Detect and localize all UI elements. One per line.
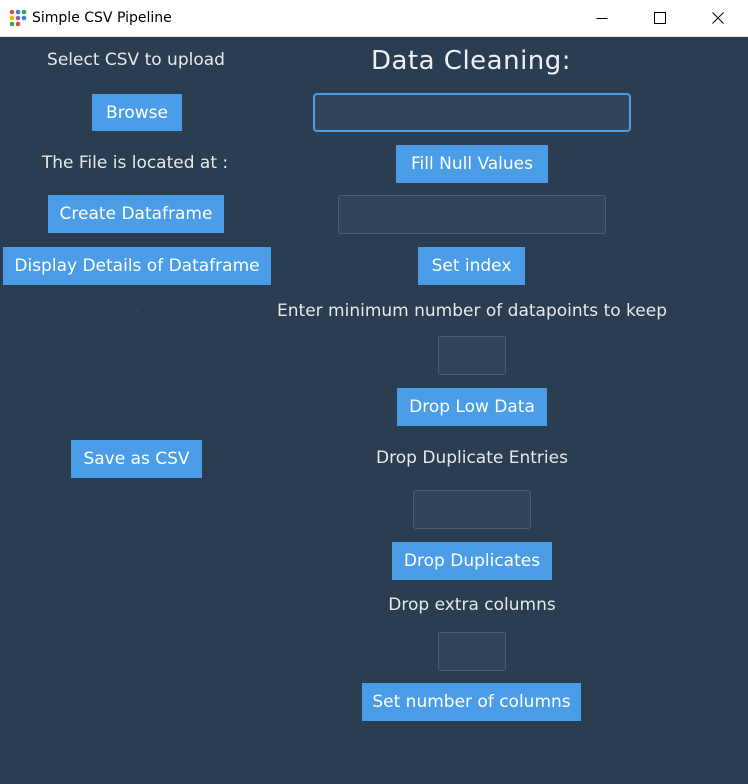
window-title: Simple CSV Pipeline — [32, 10, 172, 26]
minimize-button[interactable] — [572, 0, 631, 36]
data-cleaning-heading: Data Cleaning: — [370, 46, 572, 76]
save-csv-button[interactable]: Save as CSV — [71, 440, 202, 478]
drop-duplicates-button[interactable]: Drop Duplicates — [392, 542, 552, 580]
extra-columns-input[interactable] — [438, 632, 506, 671]
min-datapoints-input[interactable] — [438, 336, 506, 375]
empty-file-path-label — [136, 310, 138, 311]
drop-duplicate-entries-label: Drop Duplicate Entries — [376, 448, 568, 468]
title-bar: Simple CSV Pipeline — [0, 0, 748, 37]
close-button[interactable] — [688, 0, 747, 36]
drop-extra-columns-label: Drop extra columns — [388, 595, 556, 615]
fill-null-input[interactable] — [313, 93, 631, 132]
select-csv-label: Select CSV to upload — [47, 50, 225, 70]
drop-low-data-button[interactable]: Drop Low Data — [397, 388, 547, 426]
set-number-of-columns-button[interactable]: Set number of columns — [362, 683, 581, 721]
file-location-label: The File is located at : — [41, 153, 229, 173]
minimize-icon — [596, 18, 607, 19]
maximize-button[interactable] — [630, 0, 689, 36]
create-dataframe-button[interactable]: Create Dataframe — [48, 195, 224, 233]
browse-button[interactable]: Browse — [92, 94, 182, 131]
display-details-button[interactable]: Display Details of Dataframe — [3, 247, 271, 285]
main-content: Select CSV to upload Browse The File is … — [0, 37, 748, 784]
fill-null-values-button[interactable]: Fill Null Values — [396, 145, 548, 183]
app-icon — [9, 9, 27, 27]
close-icon — [711, 12, 724, 24]
set-index-input[interactable] — [338, 195, 606, 234]
set-index-button[interactable]: Set index — [418, 247, 525, 285]
drop-duplicates-input[interactable] — [413, 490, 531, 529]
maximize-icon — [653, 12, 666, 24]
min-datapoints-label: Enter minimum number of datapoints to ke… — [277, 301, 667, 321]
